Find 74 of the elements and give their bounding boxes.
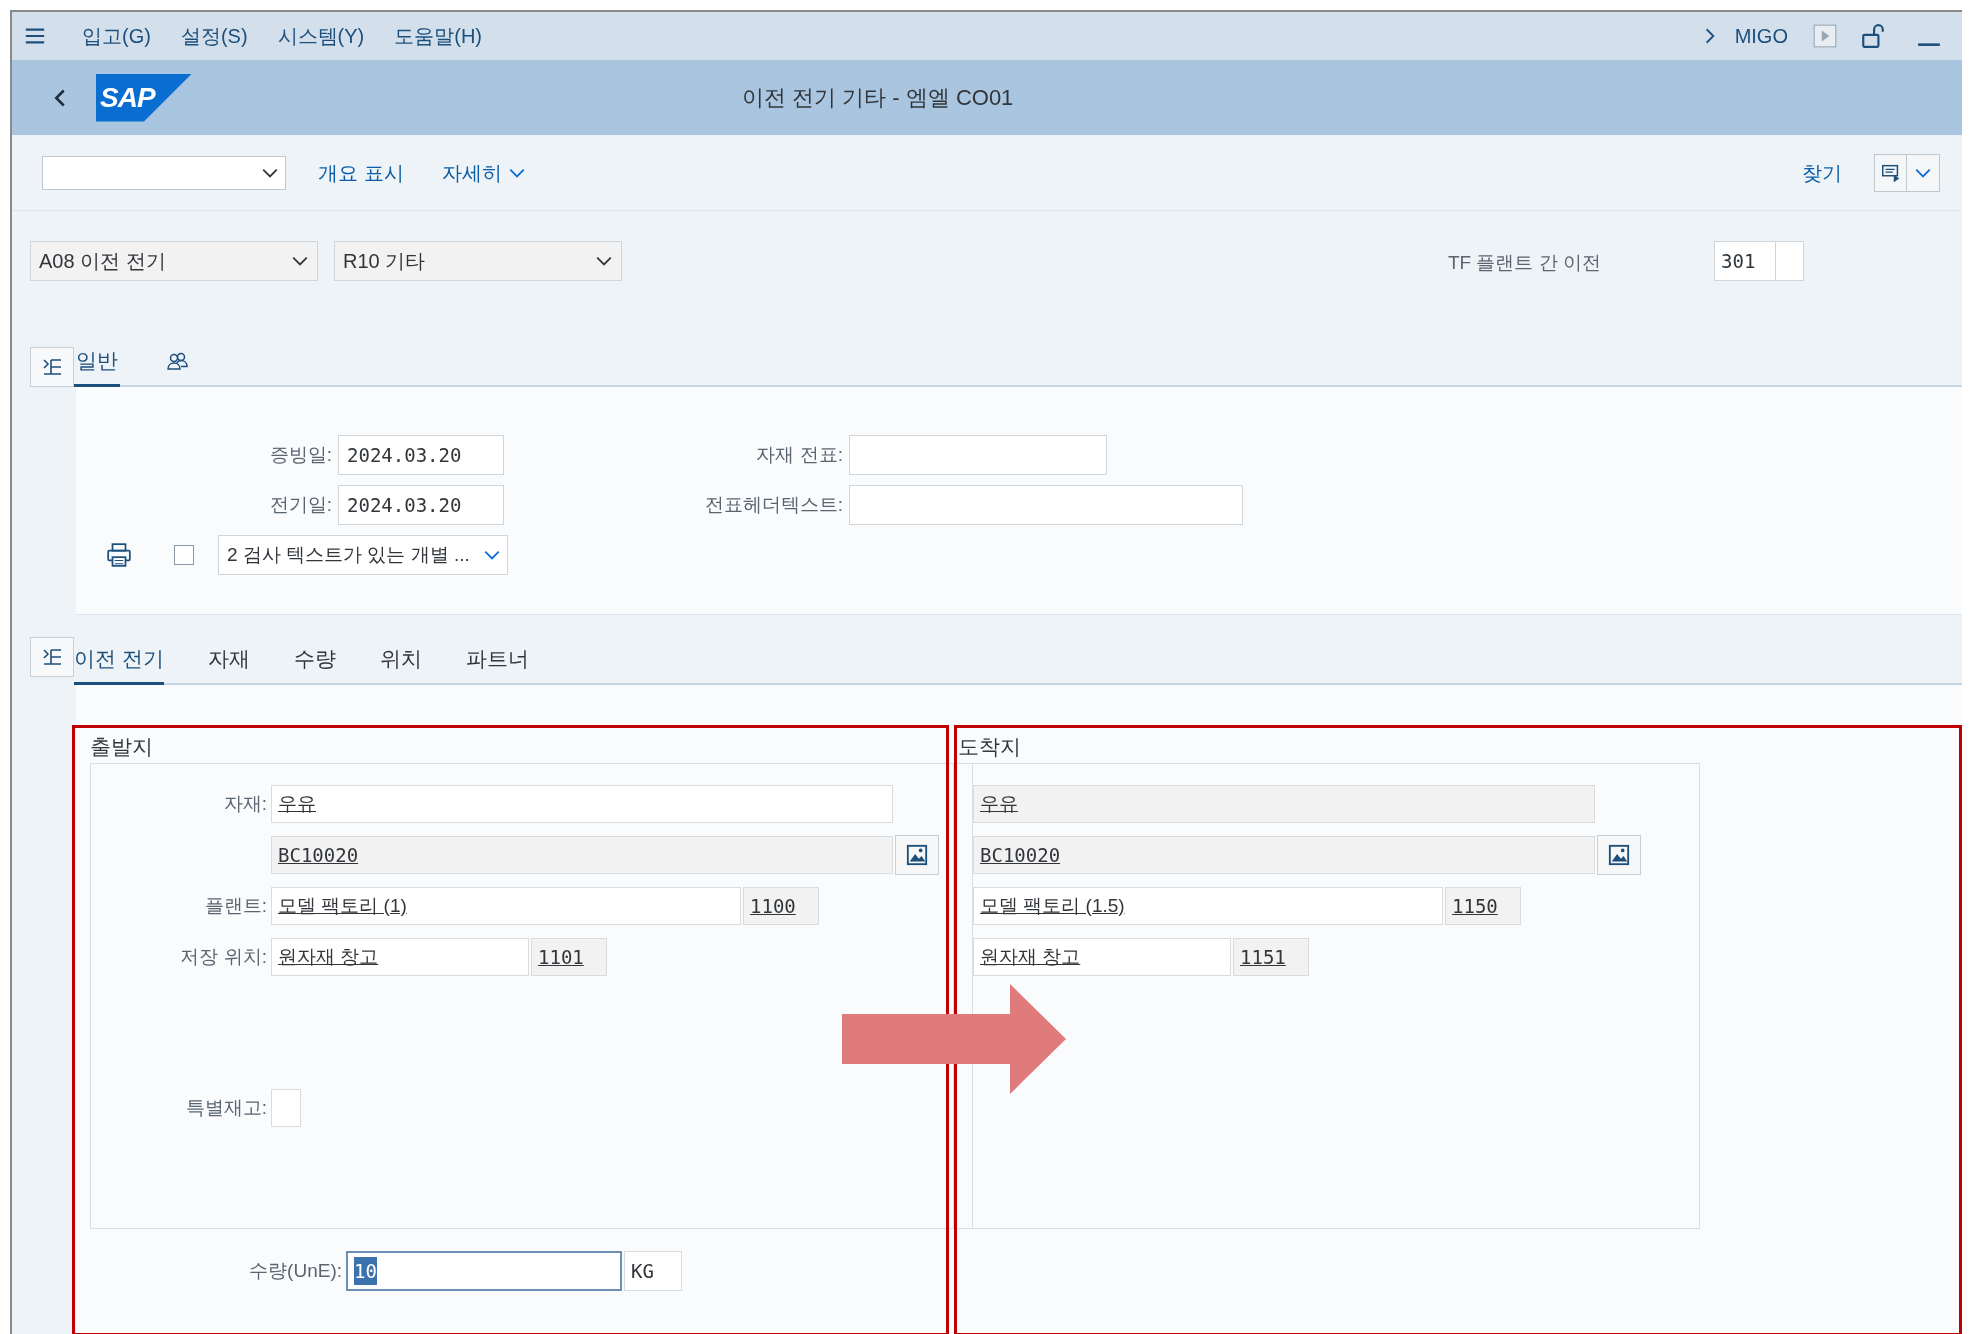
toolbar-button[interactable]: 개요 표시 (318, 157, 404, 188)
window-title: 이전 전기 기타 - 엠엘 CO01 (742, 84, 1014, 112)
field-value-link[interactable]: 1101 (538, 942, 584, 972)
tab[interactable]: 파트너 (465, 635, 529, 685)
input-field[interactable]: 1100 (743, 887, 819, 925)
field-label: 자재 전표: (755, 442, 844, 467)
input-field[interactable]: 1150 (1445, 887, 1521, 925)
tab[interactable]: 자재 (207, 635, 250, 685)
input-field[interactable]: 301 (1714, 241, 1776, 281)
input-field[interactable]: 10 (346, 1251, 622, 1291)
field-label: 수량(UnE): (248, 1258, 343, 1283)
field-label: 자재: (222, 791, 268, 816)
menu-item[interactable]: 시스템(Y) (277, 21, 365, 51)
image-icon[interactable] (906, 844, 928, 866)
input-field[interactable] (271, 1089, 301, 1127)
input-field[interactable]: 1101 (531, 938, 607, 976)
field-value-link[interactable]: 원자재 창고 (278, 942, 379, 972)
input-field[interactable]: 원자재 창고 (271, 938, 529, 976)
menu-item[interactable]: 도움말(H) (394, 21, 482, 51)
field-label: 전기일: (268, 492, 333, 517)
field-label: 전표헤더텍스트: (703, 492, 844, 517)
input-field[interactable] (1776, 241, 1804, 281)
section-title: 도착지 (958, 734, 1022, 760)
printer-icon[interactable] (106, 542, 132, 568)
input-field[interactable]: 2024.03.20 (338, 485, 504, 525)
unit-field[interactable]: KG (624, 1251, 682, 1291)
menu-item[interactable]: 설정(S) (180, 21, 248, 51)
field-label: TF 플랜트 간 이전 (1448, 251, 1603, 275)
collapse-button[interactable] (30, 637, 74, 677)
find-button[interactable]: 찾기 (1802, 157, 1842, 188)
input-field[interactable]: 모델 팩토리 (1) (271, 887, 741, 925)
image-icon[interactable] (1608, 844, 1630, 866)
input-field[interactable]: 원자재 창고 (973, 938, 1231, 976)
dropdown-field[interactable]: A08 이전 전기 (30, 241, 318, 281)
field-value-link[interactable]: 모델 팩토리 (1.5) (980, 891, 1125, 921)
toolbar-button[interactable]: 자세히 (441, 157, 526, 188)
input-field[interactable]: 2024.03.20 (338, 435, 504, 475)
section-title: 출발지 (90, 734, 154, 760)
tab[interactable]: 위치 (379, 635, 422, 685)
input-field[interactable]: BC10020 (271, 836, 893, 874)
field-label: 저장 위치: (179, 944, 268, 969)
layout-button[interactable] (1874, 153, 1940, 192)
field-value-link[interactable]: 1100 (750, 891, 796, 921)
field-value-link[interactable]: 우유 (980, 789, 1018, 819)
logo: SAP (96, 73, 192, 122)
arrow-icon (842, 984, 1066, 1094)
input-field[interactable]: BC10020 (973, 836, 1595, 874)
field-value-link[interactable]: 1151 (1240, 942, 1286, 972)
field-label: 증빙일: (268, 442, 333, 467)
field-value-link[interactable]: BC10020 (980, 840, 1061, 870)
collapse-button[interactable] (30, 347, 74, 387)
dropdown-field[interactable]: 2 검사 텍스트가 있는 개별 ... (218, 535, 508, 575)
field-label: 플랜트: (203, 893, 268, 918)
checkbox[interactable] (174, 545, 194, 565)
input-field[interactable]: 1151 (1233, 938, 1309, 976)
input-field[interactable]: 우유 (973, 785, 1595, 823)
image-button[interactable] (1597, 835, 1641, 875)
unlock-icon[interactable] (1860, 23, 1886, 49)
field-value-link[interactable]: 우유 (278, 789, 316, 819)
input-field[interactable]: 우유 (271, 785, 893, 823)
input-field[interactable] (849, 435, 1107, 475)
transaction-code: MIGO (1734, 24, 1788, 49)
field-value-link[interactable]: 모델 팩토리 (1) (278, 891, 407, 921)
field-value-link[interactable]: 원자재 창고 (980, 942, 1081, 972)
input-field[interactable] (849, 485, 1243, 525)
field-value-link[interactable]: 1150 (1452, 891, 1498, 921)
dropdown-field[interactable]: R10 기타 (334, 241, 622, 281)
input-field[interactable]: 모델 팩토리 (1.5) (973, 887, 1443, 925)
menu-item[interactable]: 입고(G) (82, 21, 151, 51)
tab[interactable]: 수량 (293, 635, 336, 685)
image-button[interactable] (895, 835, 939, 875)
field-value-link[interactable]: BC10020 (278, 840, 359, 870)
dropdown-field[interactable] (42, 155, 286, 190)
field-label: 특별재고: (184, 1095, 268, 1120)
